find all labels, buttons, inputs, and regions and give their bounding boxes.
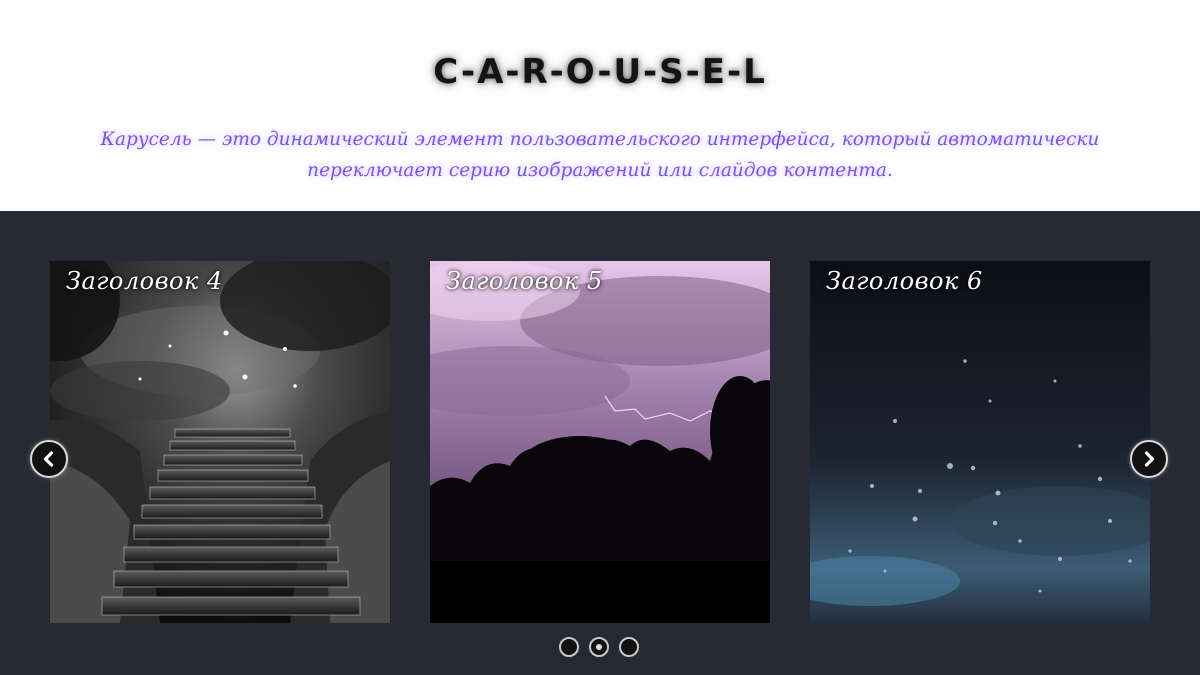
chevron-left-icon [43,451,54,467]
prev-slide-button[interactable] [30,440,68,478]
slide-title: Заголовок 5 [446,267,603,295]
pagination-dot-1[interactable] [559,637,579,657]
page-header: C-A-R-O-U-S-E-L Карусель — это динамичес… [0,0,1200,211]
pagination-dot-2[interactable] [589,637,609,657]
chevron-right-icon [1144,451,1155,467]
carousel-slide[interactable]: Заголовок 5 [430,261,770,623]
slide-title: Заголовок 6 [826,267,983,295]
dark-stairs-stars-image [50,261,390,623]
carousel-pagination [559,637,643,659]
carousel: Заголовок 4 Заголовок 5 Заголовок 6 [0,211,1200,675]
purple-lightning-trees-image [430,261,770,623]
carousel-slide[interactable]: Заголовок 4 [50,261,390,623]
slide-title: Заголовок 4 [66,267,223,295]
next-slide-button[interactable] [1130,440,1168,478]
raindrops-night-sky-image [810,261,1150,623]
page-title: C-A-R-O-U-S-E-L [433,52,767,92]
pagination-dot-3[interactable] [619,637,639,657]
carousel-slide[interactable]: Заголовок 6 [810,261,1150,623]
page-description: Карусель — это динамический элемент поль… [100,129,1100,181]
